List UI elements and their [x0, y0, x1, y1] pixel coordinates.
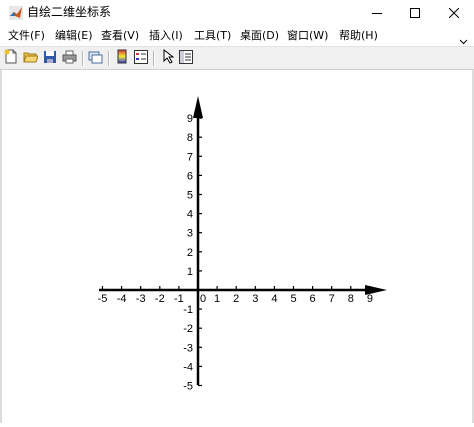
menu-tools[interactable]: 工具(T) [194, 29, 231, 43]
y-axis-arrow-icon [193, 96, 203, 118]
figure-canvas[interactable]: -5 -4 -3 -2 -1 0 1 2 3 4 5 6 7 8 9 9 8 7 6 5 4 3 2 1 -1 -2 -3 -4 -5 [2, 70, 472, 423]
x-tick-label: 0 [200, 293, 206, 305]
y-tick-label: -5 [183, 381, 193, 393]
y-tick-label: 1 [187, 266, 193, 278]
x-tick-label: 3 [252, 293, 258, 305]
y-tick-label: 8 [187, 132, 193, 144]
x-tick-label: 1 [214, 293, 220, 305]
y-tick-label: -2 [183, 323, 193, 335]
new-figure-button[interactable] [2, 49, 19, 68]
insert-colorbar-button[interactable] [113, 49, 130, 68]
menu-window[interactable]: 窗口(W) [287, 29, 328, 43]
print-button[interactable] [61, 50, 78, 67]
minimize-button[interactable] [357, 0, 397, 25]
open-file-button[interactable] [22, 50, 39, 67]
insert-legend-button[interactable] [132, 50, 149, 67]
y-tick-label: 2 [187, 247, 193, 259]
toolbar [0, 46, 474, 70]
menu-bar: 文件(F) 编辑(E) 查看(V) 插入(I) 工具(T) 桌面(D) 窗口(W… [0, 26, 474, 46]
link-plot-button[interactable] [87, 50, 104, 67]
minimize-icon [372, 3, 382, 22]
maximize-button[interactable] [395, 0, 435, 25]
x-tick-label: -2 [155, 293, 165, 305]
x-tick-label: 2 [233, 293, 239, 305]
insert-colorbar-icon [117, 49, 127, 68]
x-tick-label: -5 [98, 293, 108, 305]
insert-legend-icon [133, 49, 148, 68]
maximize-icon [410, 3, 420, 22]
save-icon [43, 49, 57, 68]
close-button[interactable] [434, 0, 474, 25]
title-bar[interactable]: 自绘二维坐标系 [0, 0, 474, 25]
open-file-icon [23, 49, 39, 68]
x-tick-label: -3 [136, 293, 146, 305]
x-tick-label: -4 [117, 293, 127, 305]
edit-plot-button[interactable] [159, 48, 176, 68]
menu-edit[interactable]: 编辑(E) [55, 29, 93, 43]
window-title: 自绘二维坐标系 [27, 5, 112, 19]
print-icon [62, 49, 77, 68]
x-tick-label: 4 [271, 293, 277, 305]
y-tick-label: -1 [183, 304, 193, 316]
toolbar-separator [108, 51, 110, 66]
toolbar-separator [153, 51, 155, 66]
new-figure-icon [4, 49, 18, 68]
edit-plot-pointer-icon [162, 48, 174, 68]
menu-view[interactable]: 查看(V) [101, 29, 139, 43]
matlab-logo-icon [9, 5, 23, 20]
property-inspector-icon [178, 49, 193, 68]
y-tick-label: 7 [187, 151, 193, 163]
menu-insert[interactable]: 插入(I) [149, 29, 183, 43]
close-icon [448, 3, 460, 22]
y-tick-label: 3 [187, 228, 193, 240]
y-tick-label: -4 [183, 361, 193, 373]
coordinate-plot[interactable]: -5 -4 -3 -2 -1 0 1 2 3 4 5 6 7 8 9987654321-1-2-3-4-5 [2, 70, 472, 423]
x-tick-label: 8 [348, 293, 354, 305]
save-button[interactable] [41, 50, 58, 67]
y-tick-label: 5 [187, 190, 193, 202]
menu-file[interactable]: 文件(F) [8, 29, 45, 43]
link-plot-icon [88, 49, 103, 68]
menu-help[interactable]: 帮助(H) [339, 29, 378, 43]
x-tick-label: 7 [329, 293, 335, 305]
menu-desktop[interactable]: 桌面(D) [240, 29, 279, 43]
y-tick-label: -3 [183, 342, 193, 354]
y-tick-label: 6 [187, 170, 193, 182]
toolbar-separator [82, 51, 84, 66]
property-inspector-button[interactable] [177, 50, 194, 67]
y-tick-label: 4 [187, 209, 193, 221]
x-tick-label: 6 [310, 293, 316, 305]
x-tick-label: 9 [367, 293, 373, 305]
y-tick-label: 9 [187, 113, 193, 125]
x-tick-label: 5 [290, 293, 296, 305]
